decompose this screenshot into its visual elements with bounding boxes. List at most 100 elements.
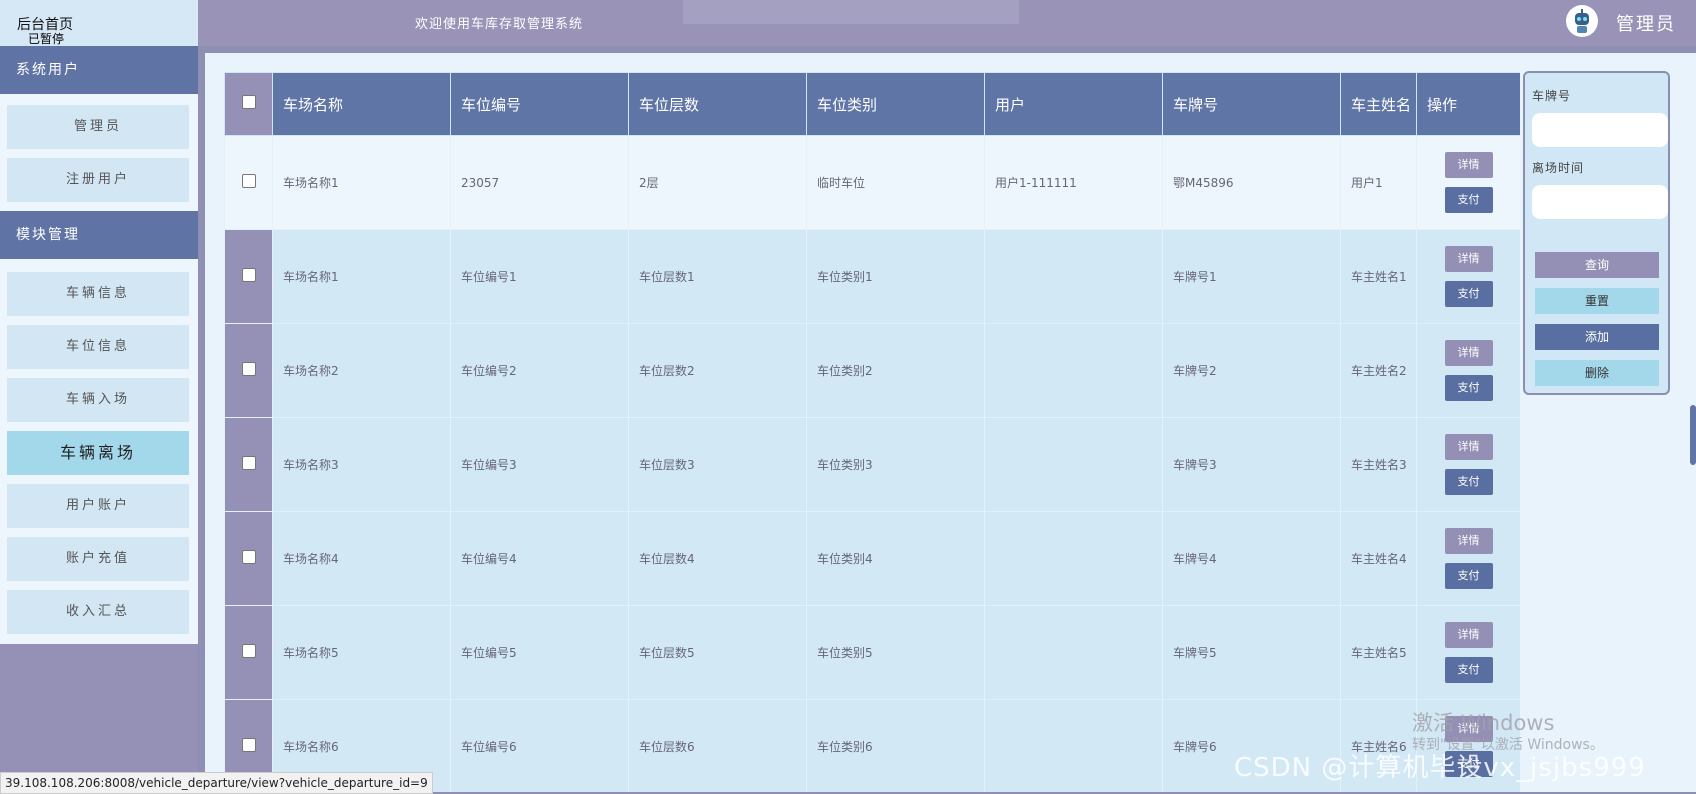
user-cell [984, 511, 1163, 606]
search-panel: 车牌号 离场时间 查询 重置 添加 删除 [1523, 71, 1670, 395]
sidebar-item-vehicle-entry[interactable]: 车辆入场 [7, 378, 189, 422]
lot-name-cell: 车场名称5 [272, 605, 451, 700]
plate-input[interactable] [1532, 113, 1668, 147]
scrollbar-handle[interactable] [1690, 405, 1696, 465]
current-user-name[interactable]: 管理员 [1616, 10, 1676, 36]
robot-avatar-icon[interactable] [1566, 5, 1598, 37]
space-type-cell: 车位类别6 [806, 699, 985, 792]
col-header-plate: 车牌号 [1162, 72, 1341, 136]
plate-cell: 车牌号4 [1162, 511, 1341, 606]
space-no-cell: 车位编号5 [450, 605, 629, 700]
toast-overlay [683, 0, 1019, 24]
brand-area[interactable]: 后台首页 已暂停 [0, 0, 198, 46]
sidebar-item-vehicle-info[interactable]: 车辆信息 [7, 272, 189, 316]
sidebar-item-space-info[interactable]: 车位信息 [7, 325, 189, 369]
user-cell [984, 699, 1163, 792]
floor-cell: 车位层数4 [628, 511, 807, 606]
detail-button[interactable]: 详情 [1444, 622, 1493, 648]
detail-button[interactable]: 详情 [1444, 528, 1493, 554]
home-link[interactable]: 后台首页 [17, 14, 73, 34]
col-header-lot-name: 车场名称 [272, 72, 451, 136]
actions-cell: 详情 支付 [1416, 229, 1520, 324]
select-all-checkbox[interactable] [241, 95, 256, 109]
row-checkbox-cell [224, 135, 273, 230]
pay-button[interactable]: 支付 [1444, 375, 1493, 401]
pay-button[interactable]: 支付 [1444, 281, 1493, 307]
space-type-cell: 车位类别4 [806, 511, 985, 606]
plate-cell: 车牌号5 [1162, 605, 1341, 700]
space-no-cell: 车位编号2 [450, 323, 629, 418]
status-url: 39.108.108.206:8008/vehicle_departure/vi… [0, 772, 433, 794]
csdn-watermark: CSDN @计算机毕设vx_jsjbs999 [1234, 753, 1646, 783]
plate-cell: 车牌号2 [1162, 323, 1341, 418]
table-row: 车场名称1 23057 2层 临时车位 用户1-111111 鄂M45896 用户1 详情 … [224, 135, 1520, 230]
lot-name-cell: 车场名称1 [272, 135, 451, 230]
select-all-cell [224, 72, 273, 136]
sidebar-group-system-users[interactable]: 系统用户 [0, 46, 198, 94]
row-checkbox[interactable] [241, 550, 256, 564]
row-checkbox[interactable] [241, 738, 256, 752]
owner-name-cell: 车主姓名4 [1340, 511, 1417, 606]
departure-time-label: 离场时间 [1532, 161, 1585, 175]
space-no-cell: 车位编号4 [450, 511, 629, 606]
detail-button[interactable]: 详情 [1444, 340, 1493, 366]
space-type-cell: 车位类别1 [806, 229, 985, 324]
row-checkbox-cell [224, 605, 273, 700]
owner-name-cell: 车主姓名2 [1340, 323, 1417, 418]
detail-button[interactable]: 详情 [1444, 434, 1493, 460]
col-header-space-no: 车位编号 [450, 72, 629, 136]
table-row: 车场名称5 车位编号5 车位层数5 车位类别5 车牌号5 车主姓名5 详情 支付 [224, 605, 1520, 700]
departure-table-container: 车场名称 车位编号 车位层数 车位类别 用户 车牌号 车主姓名 操作 车场名称1… [224, 72, 1520, 792]
query-button[interactable]: 查询 [1535, 252, 1659, 278]
row-checkbox[interactable] [241, 174, 256, 188]
add-button[interactable]: 添加 [1535, 324, 1659, 350]
row-checkbox[interactable] [241, 268, 256, 282]
sidebar-item-recharge[interactable]: 账户充值 [7, 537, 189, 581]
user-cell [984, 417, 1163, 512]
sidebar-item-vehicle-departure[interactable]: 车辆离场 [7, 431, 189, 475]
lot-name-cell: 车场名称3 [272, 417, 451, 512]
sidebar: 系统用户 管理员 注册用户 模块管理 车辆信息 车位信息 车辆入场 车辆离场 用… [0, 46, 198, 792]
pay-button[interactable]: 支付 [1444, 657, 1493, 683]
pay-button[interactable]: 支付 [1444, 563, 1493, 589]
row-checkbox[interactable] [241, 456, 256, 470]
sidebar-item-registered-users[interactable]: 注册用户 [7, 158, 189, 202]
plate-cell: 车牌号3 [1162, 417, 1341, 512]
floor-cell: 车位层数2 [628, 323, 807, 418]
pay-button[interactable]: 支付 [1444, 187, 1493, 213]
table-row: 车场名称3 车位编号3 车位层数3 车位类别3 车牌号3 车主姓名3 详情 支付 [224, 417, 1520, 512]
pay-button[interactable]: 支付 [1444, 469, 1493, 495]
space-type-cell: 车位类别2 [806, 323, 985, 418]
col-header-floor: 车位层数 [628, 72, 807, 136]
col-header-user: 用户 [984, 72, 1163, 136]
sidebar-group-modules[interactable]: 模块管理 [0, 211, 198, 259]
detail-button[interactable]: 详情 [1444, 152, 1493, 178]
floor-cell: 车位层数5 [628, 605, 807, 700]
user-cell: 用户1-111111 [984, 135, 1163, 230]
lot-name-cell: 车场名称4 [272, 511, 451, 606]
sidebar-item-admin[interactable]: 管理员 [7, 105, 189, 149]
sidebar-item-user-accounts[interactable]: 用户账户 [7, 484, 189, 528]
delete-button[interactable]: 删除 [1535, 360, 1659, 386]
departure-time-input[interactable] [1532, 185, 1668, 219]
user-cell [984, 323, 1163, 418]
col-header-actions: 操作 [1416, 72, 1520, 136]
floor-cell: 2层 [628, 135, 807, 230]
actions-cell: 详情 支付 [1416, 417, 1520, 512]
welcome-text: 欢迎使用车库存取管理系统 [415, 17, 584, 32]
space-type-cell: 车位类别5 [806, 605, 985, 700]
owner-name-cell: 车主姓名1 [1340, 229, 1417, 324]
detail-button[interactable]: 详情 [1444, 246, 1493, 272]
space-no-cell: 车位编号6 [450, 699, 629, 792]
sidebar-item-income-summary[interactable]: 收入汇总 [7, 590, 189, 634]
row-checkbox[interactable] [241, 362, 256, 376]
space-no-cell: 车位编号3 [450, 417, 629, 512]
floor-cell: 车位层数3 [628, 417, 807, 512]
col-header-space-type: 车位类别 [806, 72, 985, 136]
owner-name-cell: 车主姓名5 [1340, 605, 1417, 700]
lot-name-cell: 车场名称2 [272, 323, 451, 418]
lot-name-cell: 车场名称1 [272, 229, 451, 324]
row-checkbox[interactable] [241, 644, 256, 658]
reset-button[interactable]: 重置 [1535, 288, 1659, 314]
space-type-cell: 临时车位 [806, 135, 985, 230]
